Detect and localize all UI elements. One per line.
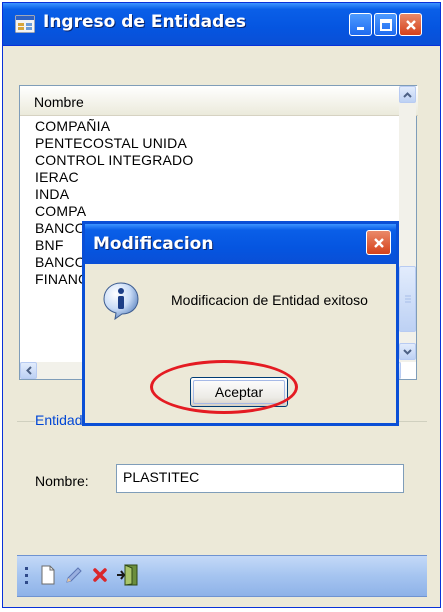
close-icon <box>405 19 416 30</box>
dialog-close-button[interactable] <box>366 230 391 255</box>
dialog-message: Modificacion de Entidad exitoso <box>171 292 368 308</box>
chevron-down-icon <box>403 348 412 355</box>
list-item[interactable]: PENTECOSTAL UNIDA <box>35 135 415 152</box>
app-form-icon <box>15 15 35 33</box>
list-item[interactable]: IERAC <box>35 169 415 186</box>
delete-button[interactable] <box>89 564 111 586</box>
scroll-down-button[interactable] <box>399 343 416 360</box>
exit-button[interactable] <box>115 564 141 586</box>
delete-x-icon <box>93 568 107 582</box>
maximize-button[interactable] <box>374 13 397 36</box>
toolbar-grip-icon[interactable] <box>25 566 28 586</box>
minimize-icon <box>356 26 364 30</box>
close-icon <box>373 237 384 248</box>
dialog-titlebar[interactable]: Modificacion <box>85 224 396 264</box>
new-document-icon <box>41 565 55 585</box>
info-icon <box>103 282 139 320</box>
toolbar <box>17 555 427 597</box>
list-item[interactable]: COMPA <box>35 203 415 220</box>
column-header-label: Nombre <box>34 94 84 110</box>
edit-button[interactable] <box>63 564 85 586</box>
list-item[interactable]: INDA <box>35 186 415 203</box>
exit-door-icon <box>117 564 138 586</box>
nombre-input[interactable]: PLASTITEC <box>116 464 404 493</box>
new-button[interactable] <box>37 564 59 586</box>
maximize-icon <box>379 18 392 31</box>
scroll-left-button[interactable] <box>20 362 37 379</box>
window-title: Ingreso de Entidades <box>43 12 246 32</box>
column-header-nombre[interactable]: Nombre <box>20 86 418 116</box>
grip-lines-icon <box>404 295 411 303</box>
highlight-ellipse <box>150 360 298 414</box>
nombre-label: Nombre: <box>35 473 89 489</box>
minimize-button[interactable] <box>349 13 372 36</box>
chevron-up-icon <box>403 91 412 98</box>
close-button[interactable] <box>399 13 422 36</box>
group-label: Entidad <box>35 412 86 428</box>
scroll-thumb[interactable] <box>399 266 416 332</box>
window-titlebar[interactable]: Ingreso de Entidades <box>3 3 440 46</box>
scroll-up-button[interactable] <box>399 86 416 103</box>
edit-pencil-icon <box>66 567 82 583</box>
list-item[interactable]: COMPAÑIA <box>35 118 415 135</box>
chevron-left-icon <box>25 366 32 375</box>
list-item[interactable]: CONTROL INTEGRADO <box>35 152 415 169</box>
vertical-scrollbar[interactable] <box>399 86 416 362</box>
dialog-title: Modificacion <box>93 234 214 254</box>
